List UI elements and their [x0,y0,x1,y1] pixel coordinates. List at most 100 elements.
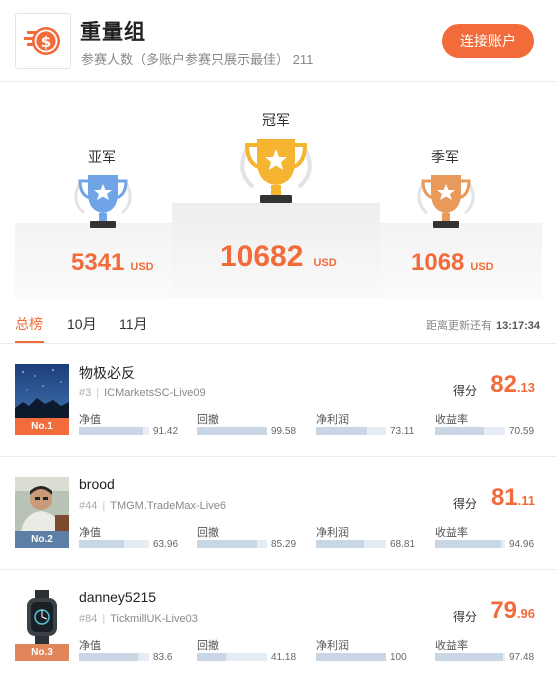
metric-value: 73.11 [390,426,415,437]
metric-value: 68.81 [390,539,416,550]
second-prize-amount: 5341 [71,249,125,276]
group-logo: $ [15,13,71,69]
metric-bar-fill [197,653,226,661]
metric-bar-fill [316,427,368,435]
account-server: TMGM.TradeMax-Live6 [110,500,226,512]
metric-net-profit: 净利润 100 [316,637,421,663]
metric-value: 63.96 [153,539,179,550]
metric-label: 净值 [79,527,101,539]
metric-bar-fill [79,427,143,435]
score-integer: 79 [490,597,517,624]
first-place-label: 冠军 [262,112,290,128]
connect-account-button[interactable]: 连接账户 [442,24,534,58]
third-prize-amount: 1068 [411,249,465,276]
account-meta: #44 | TMGM.TradeMax-Live6 [79,500,226,512]
tab-november[interactable]: 11月 [119,314,148,334]
metric-label: 净利润 [316,414,349,426]
metric-label: 回撤 [197,640,219,652]
leaderboard-entry[interactable]: No.2 brood #44 | TMGM.TradeMax-Live6 得分 81… [0,457,557,570]
rank-badge: No.3 [15,644,69,661]
metric-bar [79,653,149,661]
metric-bar [197,653,267,661]
third-place-label: 季军 [431,149,459,165]
account-server: ICMarketsSC-Live09 [104,387,206,399]
metric-label: 收益率 [435,414,468,426]
metric-bar [197,540,267,548]
avatar[interactable] [15,590,69,644]
second-place-prize: 5341 USD [71,249,154,277]
gold-trophy-icon [240,139,312,203]
metric-drawdown: 回撤 85.29 [197,524,302,550]
metric-value: 97.48 [509,652,535,663]
group-header: $ 重量组 参赛人数（多账户参赛只展示最佳） 211 连接账户 [0,0,557,82]
participant-count: 参赛人数（多账户参赛只展示最佳） 211 [81,52,314,67]
metric-label: 回撤 [197,414,219,426]
metric-value: 99.58 [271,426,297,437]
third-prize-currency: USD [470,261,494,273]
metric-value: 83.6 [153,652,173,663]
score-decimal: .11 [517,493,535,508]
first-prize-amount: 10682 [220,240,304,273]
person-photo-avatar-image [15,477,69,531]
second-prize-currency: USD [130,261,154,273]
countdown-time: 13:17:34 [495,320,540,332]
metric-bar-fill [316,653,386,661]
score-decimal: .13 [516,380,535,395]
trader-name[interactable]: brood [79,476,115,492]
metric-label: 回撤 [197,527,219,539]
score-label: 得分 [452,497,477,511]
metric-return-rate: 收益率 97.48 [435,637,540,663]
update-countdown: 距离更新还有 13:17:34 [426,317,540,333]
metric-label: 净利润 [316,640,349,652]
metric-drawdown: 回撤 41.18 [197,637,302,663]
leaderboard-entry[interactable]: No.3 danney5215 #84 | TickmillUK-Live03 得分… [0,570,557,681]
svg-text:$: $ [41,33,51,51]
second-place-label: 亚军 [88,149,116,165]
metric-return-rate: 收益率 94.96 [435,524,540,550]
metric-drawdown: 回撤 99.58 [197,411,302,437]
account-server: TickmillUK-Live03 [110,613,198,625]
countdown-label: 距离更新还有 [425,320,492,332]
trader-name[interactable]: danney5215 [79,589,156,605]
metric-label: 净值 [79,640,101,652]
metric-bar [435,427,505,435]
score-integer: 81 [490,484,518,511]
group-title: 重量组 [80,21,146,44]
avatar[interactable] [15,477,69,531]
trader-name[interactable]: 物极必反 [79,363,135,383]
leaderboard-entry[interactable]: No.1 物极必反 #3 | ICMarketsSC-Live09 得分 82.13… [0,344,557,457]
score-label: 得分 [452,610,477,624]
metric-bar-fill [197,540,257,548]
podium: 亚军 5341 USD 冠军 10682 USD 季军 1068 USD [0,83,557,298]
leaderboard-tabs: 总榜 10月 11月 距离更新还有 13:17:34 [0,300,557,344]
metric-bar [316,540,386,548]
metric-bar-fill [79,653,138,661]
metric-bar [435,653,505,661]
account-rank: #44 [79,500,98,512]
metric-value: 100 [390,652,407,663]
first-prize-currency: USD [313,257,337,269]
metric-bar [197,427,267,435]
metric-label: 净值 [79,414,101,426]
silver-trophy-icon [74,175,132,228]
active-tab-indicator [15,341,44,343]
tab-overall[interactable]: 总榜 [15,314,43,334]
account-rank: #84 [79,613,98,625]
metric-bar [435,540,505,548]
score-value: 79.96 [490,597,535,625]
metric-bar [79,427,149,435]
metric-equity: 净值 83.6 [79,637,184,663]
metric-label: 净利润 [316,527,349,539]
score-value: 82.13 [490,371,535,399]
metric-label: 收益率 [435,640,468,652]
watch-avatar-image [15,590,69,644]
avatar[interactable] [15,364,69,418]
rank-badge: No.2 [15,531,69,548]
metric-label: 收益率 [435,527,468,539]
metric-net-profit: 净利润 68.81 [316,524,421,550]
night-sky-avatar-image [15,364,69,418]
metric-value: 85.29 [271,539,297,550]
metric-bar-fill [79,540,124,548]
tab-october[interactable]: 10月 [67,314,97,334]
rank-badge: No.1 [15,418,69,435]
